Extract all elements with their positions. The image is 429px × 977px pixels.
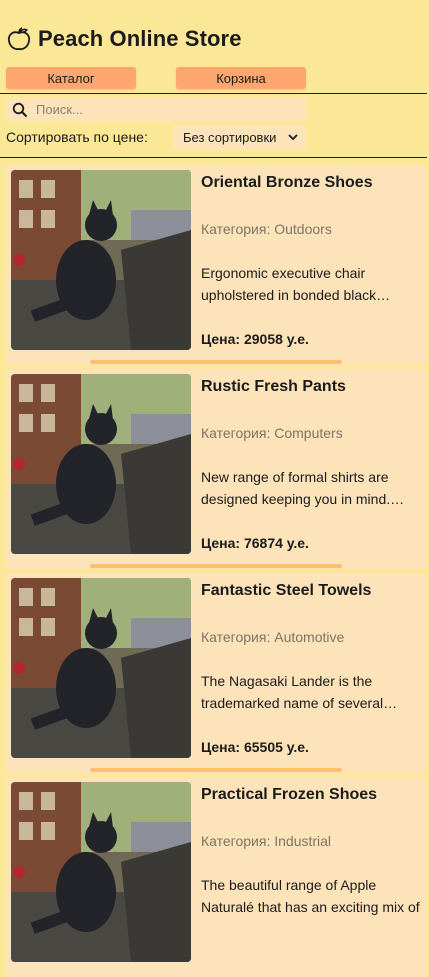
product-price: Цена: 29058 у.е.	[201, 331, 309, 347]
card-accent-bar	[90, 564, 342, 568]
sort-selected-value: Без сортировки	[183, 129, 277, 145]
page-title: Peach Online Store	[38, 26, 242, 51]
header: Peach Online Store	[6, 22, 242, 56]
product-price: Цена: 76874 у.е.	[201, 535, 309, 551]
card-accent-bar	[90, 768, 342, 772]
app-root: Peach Online Store Каталог Корзина Сорти…	[0, 0, 429, 977]
product-category: Категория: Industrial	[201, 833, 332, 849]
product-price: Цена: 65505 у.е.	[201, 739, 309, 755]
cart-button[interactable]: Корзина	[176, 67, 306, 89]
chevron-down-icon	[288, 134, 298, 141]
product-category: Категория: Outdoors	[201, 221, 332, 237]
product-card[interactable]: Oriental Bronze Shoes Категория: Outdoor…	[6, 165, 426, 365]
product-image[interactable]	[11, 782, 191, 962]
search-icon	[12, 102, 28, 117]
sort-select[interactable]: Без сортировки	[173, 125, 306, 149]
product-image[interactable]	[11, 578, 191, 758]
search-input[interactable]	[34, 101, 294, 118]
divider	[0, 157, 427, 158]
card-accent-bar	[90, 360, 342, 364]
product-card[interactable]: Practical Frozen Shoes Категория: Indust…	[6, 777, 426, 977]
product-description: The beautiful range of Apple Naturalé th…	[201, 877, 420, 915]
product-category: Категория: Automotive	[201, 629, 345, 645]
product-image[interactable]	[11, 374, 191, 554]
product-category: Категория: Computers	[201, 425, 343, 441]
divider	[0, 93, 427, 94]
product-title[interactable]: Rustic Fresh Pants	[201, 378, 346, 396]
product-description: The Nagasaki Lander is the trademarked n…	[201, 673, 384, 711]
sort-label: Сортировать по цене:	[6, 129, 148, 145]
product-description: New range of formal shirts are designed …	[201, 469, 391, 507]
peach-icon	[7, 27, 31, 51]
product-title[interactable]: Fantastic Steel Towels	[201, 582, 371, 600]
product-title[interactable]: Practical Frozen Shoes	[201, 786, 377, 804]
catalog-button[interactable]: Каталог	[6, 67, 136, 89]
product-card[interactable]: Rustic Fresh Pants Категория: Computers …	[6, 369, 426, 569]
product-title[interactable]: Oriental Bronze Shoes	[201, 174, 373, 192]
product-card[interactable]: Fantastic Steel Towels Категория: Automo…	[6, 573, 426, 773]
product-image[interactable]	[11, 170, 191, 350]
product-description: Ergonomic executive chair upholstered in…	[201, 265, 377, 303]
search-box[interactable]	[6, 98, 306, 121]
